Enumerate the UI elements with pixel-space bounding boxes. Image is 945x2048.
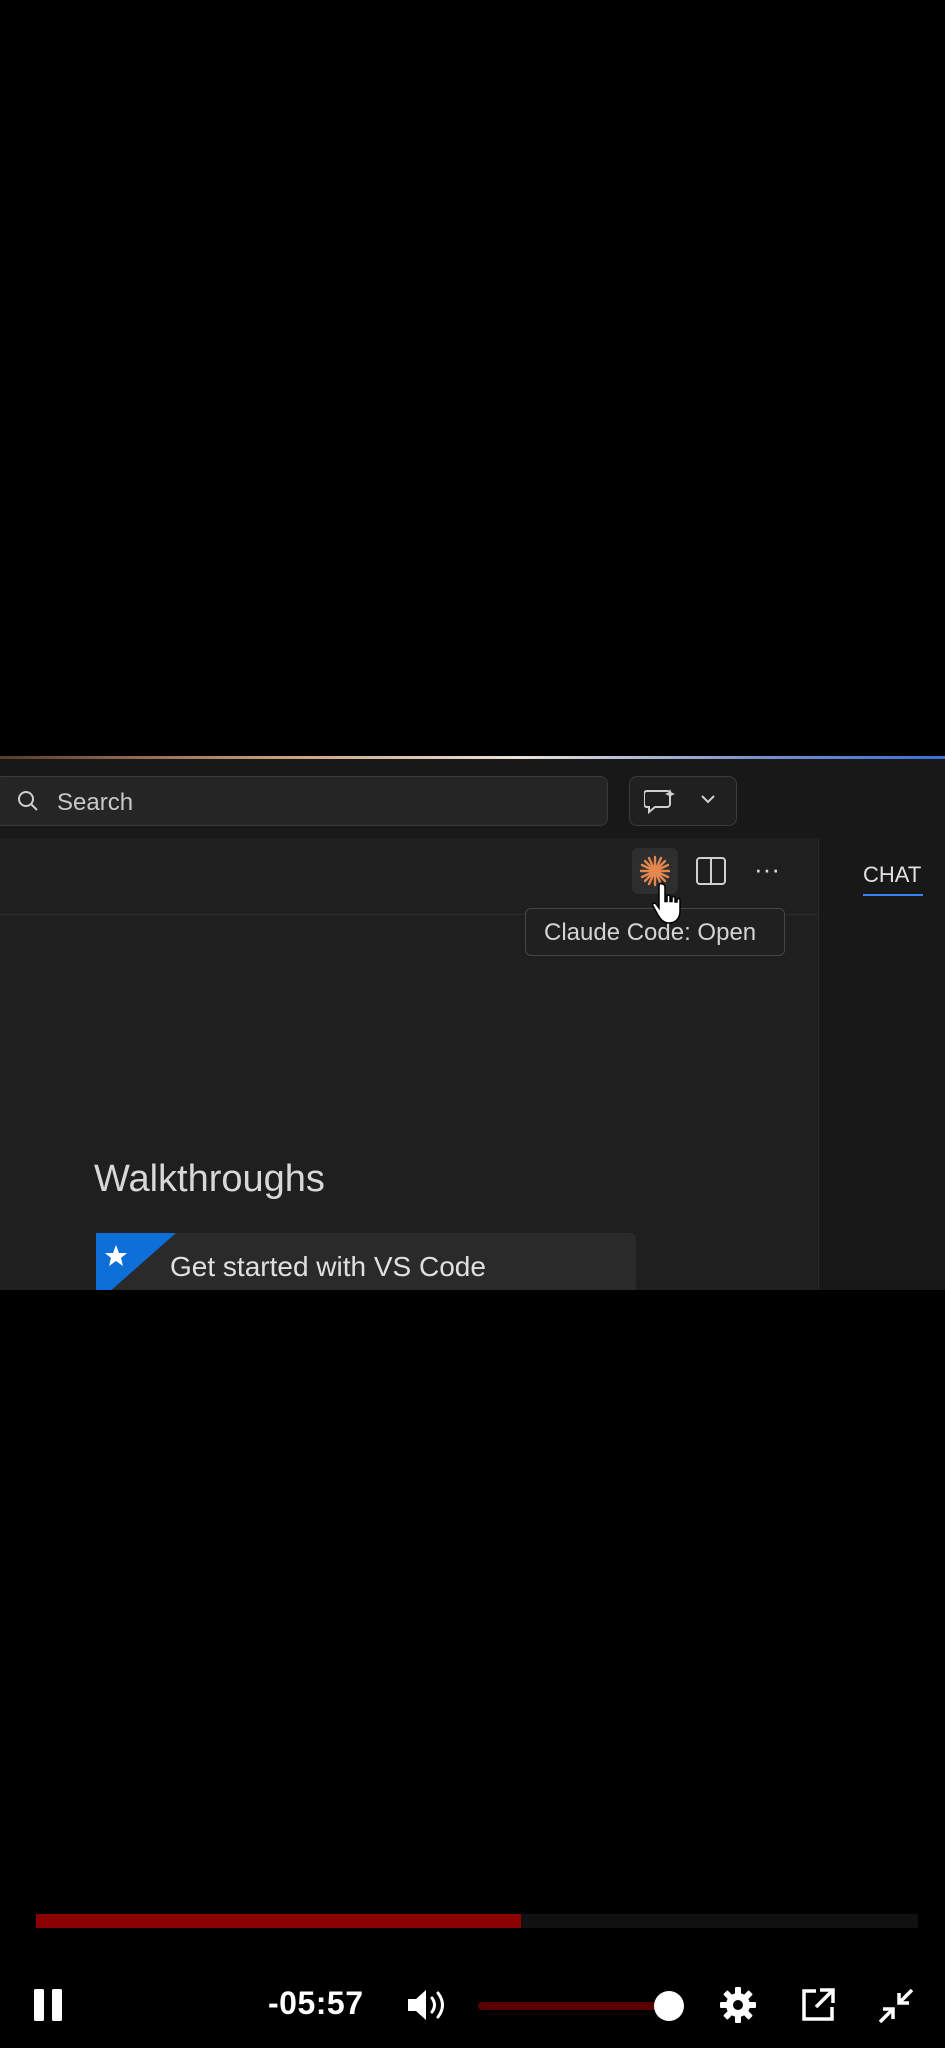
volume-icon[interactable] [406,1987,452,2023]
copilot-chat-button[interactable] [629,776,737,826]
search-icon [18,791,38,811]
exit-fullscreen-icon[interactable] [876,1987,916,2025]
volume-slider[interactable] [478,2002,668,2010]
walkthrough-item-get-started[interactable]: Get started with VS Code [96,1233,636,1290]
command-center-search[interactable]: Search [0,776,608,826]
star-icon [96,1233,176,1290]
player-controls: -05:57 [0,1975,945,2035]
walkthroughs-heading: Walkthroughs [94,1158,325,1200]
gear-icon[interactable] [718,1985,758,2025]
editor-tab-bar: ··· [0,838,818,915]
more-actions-button[interactable]: ··· [750,854,784,888]
split-editor-icon[interactable] [694,854,728,888]
active-tab-indicator [863,894,923,896]
chevron-down-icon[interactable] [700,793,716,805]
pause-icon[interactable] [30,1985,68,2025]
hand-cursor-icon [652,882,681,924]
secondary-side-panel: CHAT [818,838,945,1290]
title-bar: Search [0,759,945,838]
search-placeholder: Search [57,789,134,816]
popout-icon[interactable] [798,1985,838,2025]
walkthrough-item-label: Get started with VS Code [170,1251,486,1282]
video-frame: Search Walkthroughs Get started with VS … [0,756,945,1290]
volume-knob[interactable] [654,1991,684,2021]
progress-fill [36,1914,521,1928]
chat-sparkle-icon [644,789,675,815]
time-remaining: -05:57 [268,1985,364,2021]
tab-chat[interactable]: CHAT [863,862,921,888]
welcome-page: Walkthroughs Get started with VS Code [0,915,818,1290]
tooltip-text: Claude Code: Open [544,919,757,946]
